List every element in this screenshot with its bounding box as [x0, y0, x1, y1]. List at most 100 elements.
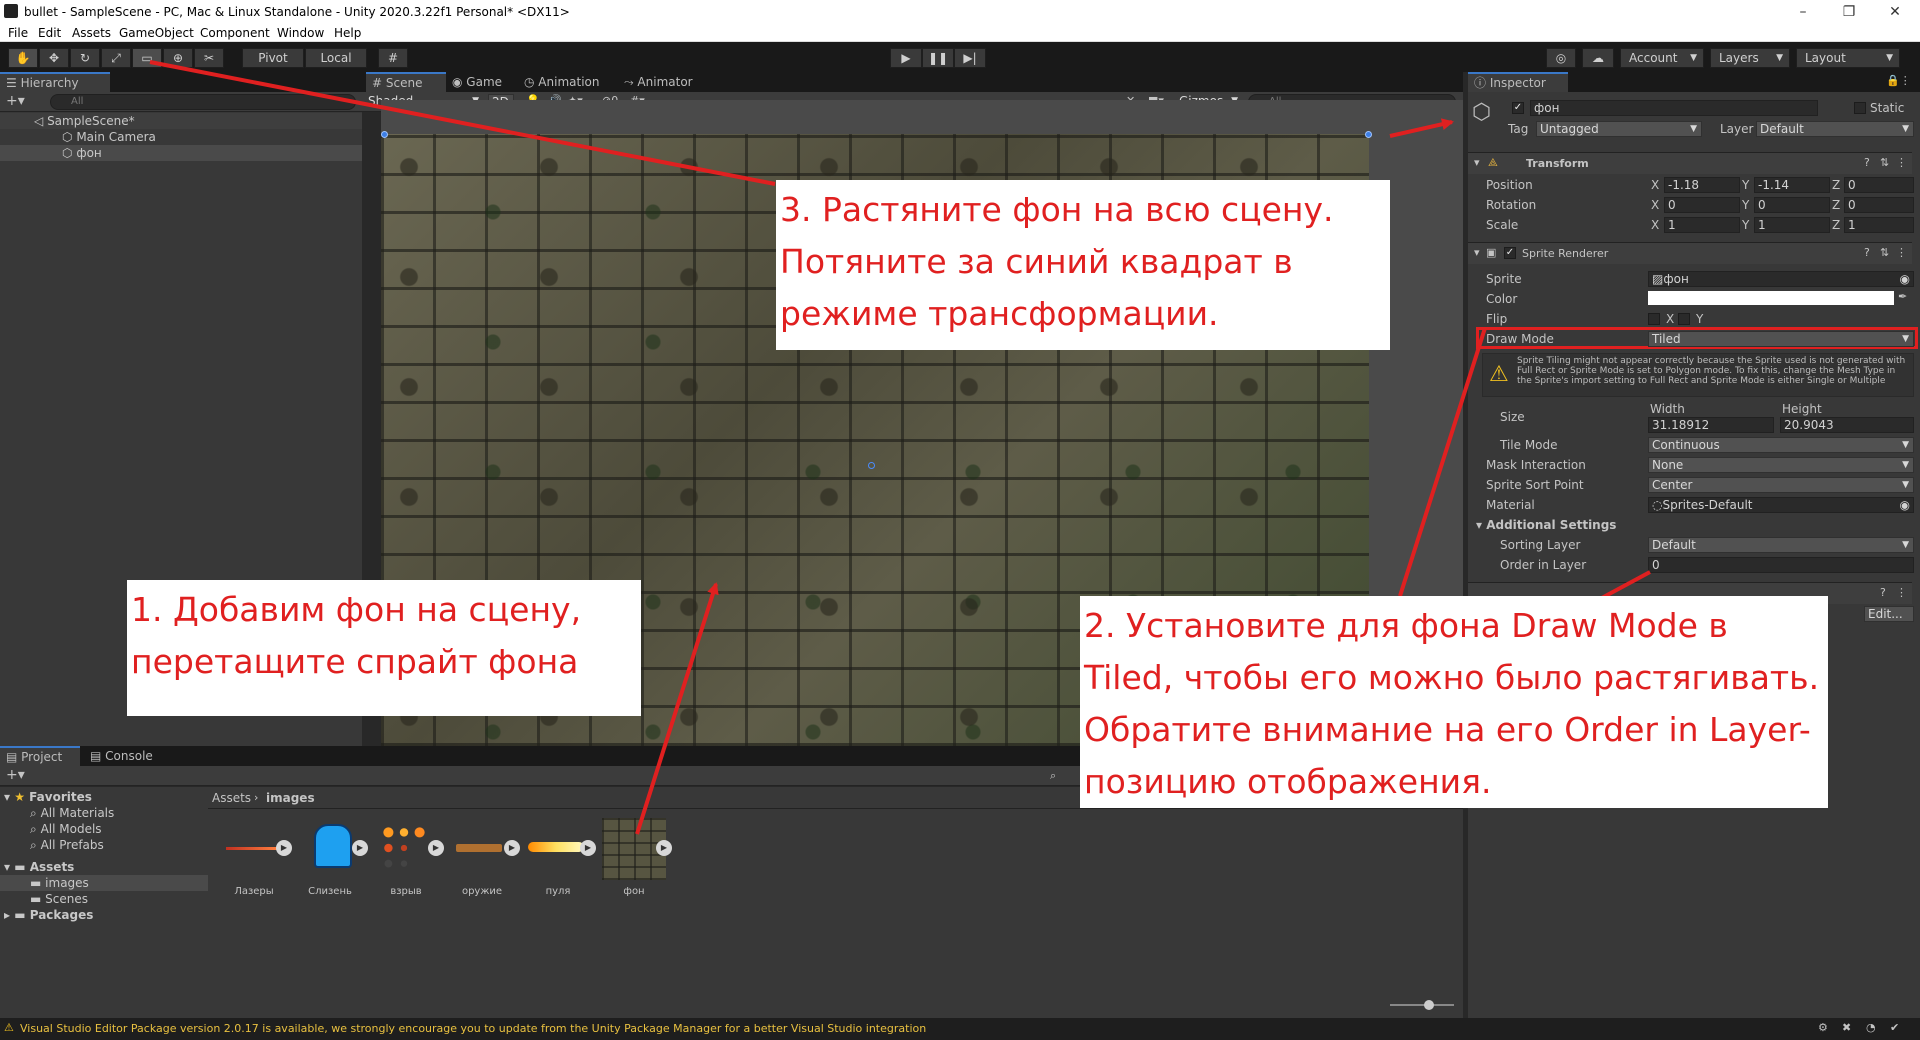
tab-hierarchy[interactable]: ☰ Hierarchy [0, 72, 110, 92]
tab-game[interactable]: ◉ Game [446, 72, 518, 92]
size-height-field[interactable]: 20.9043 [1780, 417, 1914, 433]
transform-header[interactable]: ▾ ⟁ Transform ? ⇅ ⋮ [1468, 152, 1912, 174]
local-toggle[interactable]: Local [305, 48, 367, 68]
sprite-sort-point-dropdown[interactable]: Center ▼ [1648, 477, 1914, 493]
lock-icon[interactable]: 🔒⋮ [1886, 74, 1911, 87]
rotation-y-field[interactable]: 0 [1754, 197, 1830, 213]
slider-thumb[interactable] [1424, 1000, 1434, 1010]
draw-mode-dropdown[interactable]: Tiled ▼ [1648, 331, 1914, 347]
menu-window[interactable]: Window [277, 26, 324, 40]
scale-y-field[interactable]: 1 [1754, 217, 1830, 233]
layers-dropdown[interactable]: Layers ▼ [1710, 48, 1790, 68]
tab-project[interactable]: ▤ Project [0, 746, 80, 766]
hand-tool-icon[interactable]: ✋ [8, 48, 38, 68]
favorite-all-prefabs[interactable]: ⌕ All Prefabs [30, 837, 104, 853]
color-swatch[interactable] [1648, 291, 1894, 305]
object-picker-icon[interactable]: ◉ [1900, 498, 1910, 512]
sprite-field[interactable]: ▨фон ◉ [1648, 271, 1914, 287]
layer-dropdown[interactable]: Default ▼ [1756, 121, 1914, 137]
asset-lazery[interactable]: ▶ [222, 818, 292, 880]
position-x-field[interactable]: -1.18 [1664, 177, 1740, 193]
debug-icon[interactable]: ⚙ [1818, 1021, 1828, 1034]
step-button[interactable]: ▶| [954, 48, 986, 68]
close-button[interactable]: ✕ [1872, 2, 1918, 22]
play-icon[interactable]: ▶ [428, 840, 444, 856]
assets-folder[interactable]: ▾ ▬ Assets [4, 859, 74, 875]
tab-animation[interactable]: ◷ Animation [518, 72, 618, 92]
more-icon[interactable]: ⋮ [1896, 246, 1907, 259]
folder-images[interactable]: ▬ images [0, 875, 208, 891]
static-checkbox[interactable] [1854, 102, 1866, 114]
position-z-field[interactable]: 0 [1844, 177, 1914, 193]
rect-handle-top-left[interactable] [381, 131, 388, 138]
search-icon[interactable]: ⌕ [1050, 769, 1056, 783]
menu-edit[interactable]: Edit [38, 26, 61, 40]
add-icon[interactable]: +▾ [6, 93, 25, 109]
favorite-all-materials[interactable]: ⌕ All Materials [30, 805, 114, 821]
play-icon[interactable]: ▶ [276, 840, 292, 856]
grid-snap-icon[interactable]: # [378, 48, 408, 68]
order-in-layer-field[interactable]: 0 [1648, 557, 1914, 573]
edit-shader-button[interactable]: Edit... [1864, 606, 1914, 622]
active-checkbox[interactable]: ✓ [1512, 102, 1524, 114]
cache-icon[interactable]: ◔ [1866, 1021, 1876, 1034]
asset-oruzhie[interactable]: ▶ [450, 818, 520, 880]
asset-pulya[interactable]: ▶ [526, 818, 596, 880]
hierarchy-item-fon[interactable]: ⬡ фон [0, 145, 362, 161]
menu-file[interactable]: File [8, 26, 28, 40]
help-icon[interactable]: ? [1864, 156, 1870, 169]
material-field[interactable]: ◌Sprites-Default ◉ [1648, 497, 1914, 513]
scale-x-field[interactable]: 1 [1664, 217, 1740, 233]
breadcrumb-assets[interactable]: Assets [212, 791, 251, 805]
tag-dropdown[interactable]: Untagged ▼ [1536, 121, 1702, 137]
asset-vzryv[interactable]: ▶ [374, 818, 444, 880]
play-icon[interactable]: ▶ [656, 840, 672, 856]
pivot-handle[interactable] [868, 462, 875, 469]
add-icon[interactable]: +▾ [6, 767, 25, 783]
play-icon[interactable]: ▶ [352, 840, 368, 856]
flip-y-checkbox[interactable] [1678, 313, 1690, 325]
object-picker-icon[interactable]: ◉ [1900, 272, 1910, 286]
maximize-button[interactable]: ❐ [1826, 2, 1872, 22]
preset-icon[interactable]: ⇅ [1880, 156, 1889, 169]
rect-handle-top-right[interactable] [1365, 131, 1372, 138]
rotation-x-field[interactable]: 0 [1664, 197, 1740, 213]
help-icon[interactable]: ? [1864, 246, 1870, 259]
sorting-layer-dropdown[interactable]: Default ▼ [1648, 537, 1914, 553]
menu-component[interactable]: Component [200, 26, 270, 40]
cloud-icon[interactable]: ☁ [1582, 48, 1614, 68]
asset-slizen[interactable]: ▶ [298, 818, 368, 880]
play-button[interactable]: ▶ [890, 48, 922, 68]
flip-x-checkbox[interactable] [1648, 313, 1660, 325]
minimize-button[interactable]: – [1780, 2, 1826, 22]
folder-scenes[interactable]: ▬ Scenes [30, 891, 88, 907]
rotate-tool-icon[interactable]: ↻ [70, 48, 100, 68]
menu-assets[interactable]: Assets [72, 26, 111, 40]
sprite-renderer-header[interactable]: ▾ ▣ ✓ Sprite Renderer ? ⇅ ⋮ [1468, 242, 1912, 264]
account-dropdown[interactable]: Account ▼ [1620, 48, 1704, 68]
menu-gameobject[interactable]: GameObject [119, 26, 194, 40]
eyedropper-icon[interactable]: ✒ [1898, 290, 1907, 303]
preset-icon[interactable]: ⇅ [1880, 246, 1889, 259]
scale-z-field[interactable]: 1 [1844, 217, 1914, 233]
favorite-all-models[interactable]: ⌕ All Models [30, 821, 102, 837]
menu-help[interactable]: Help [334, 26, 361, 40]
sprite-renderer-enabled-checkbox[interactable]: ✓ [1504, 247, 1516, 259]
object-name-field[interactable]: фон [1530, 100, 1818, 116]
size-width-field[interactable]: 31.18912 [1648, 417, 1774, 433]
hierarchy-search-input[interactable]: All [50, 94, 356, 110]
help-icon[interactable]: ? [1880, 586, 1886, 599]
scale-tool-icon[interactable]: ⤢ [101, 48, 131, 68]
favorites-folder[interactable]: ▾ ★ Favorites [4, 789, 92, 805]
rotation-z-field[interactable]: 0 [1844, 197, 1914, 213]
progress-icon[interactable]: ✔ [1890, 1021, 1899, 1034]
play-icon[interactable]: ▶ [580, 840, 596, 856]
mask-interaction-dropdown[interactable]: None ▼ [1648, 457, 1914, 473]
packages-folder[interactable]: ▸ ▬ Packages [4, 907, 93, 923]
position-y-field[interactable]: -1.14 [1754, 177, 1830, 193]
more-icon[interactable]: ⋮ [1896, 586, 1907, 599]
tile-mode-dropdown[interactable]: Continuous ▼ [1648, 437, 1914, 453]
play-icon[interactable]: ▶ [504, 840, 520, 856]
asset-fon[interactable]: ▶ [602, 818, 672, 880]
collab-icon[interactable]: ◎ [1546, 48, 1576, 68]
